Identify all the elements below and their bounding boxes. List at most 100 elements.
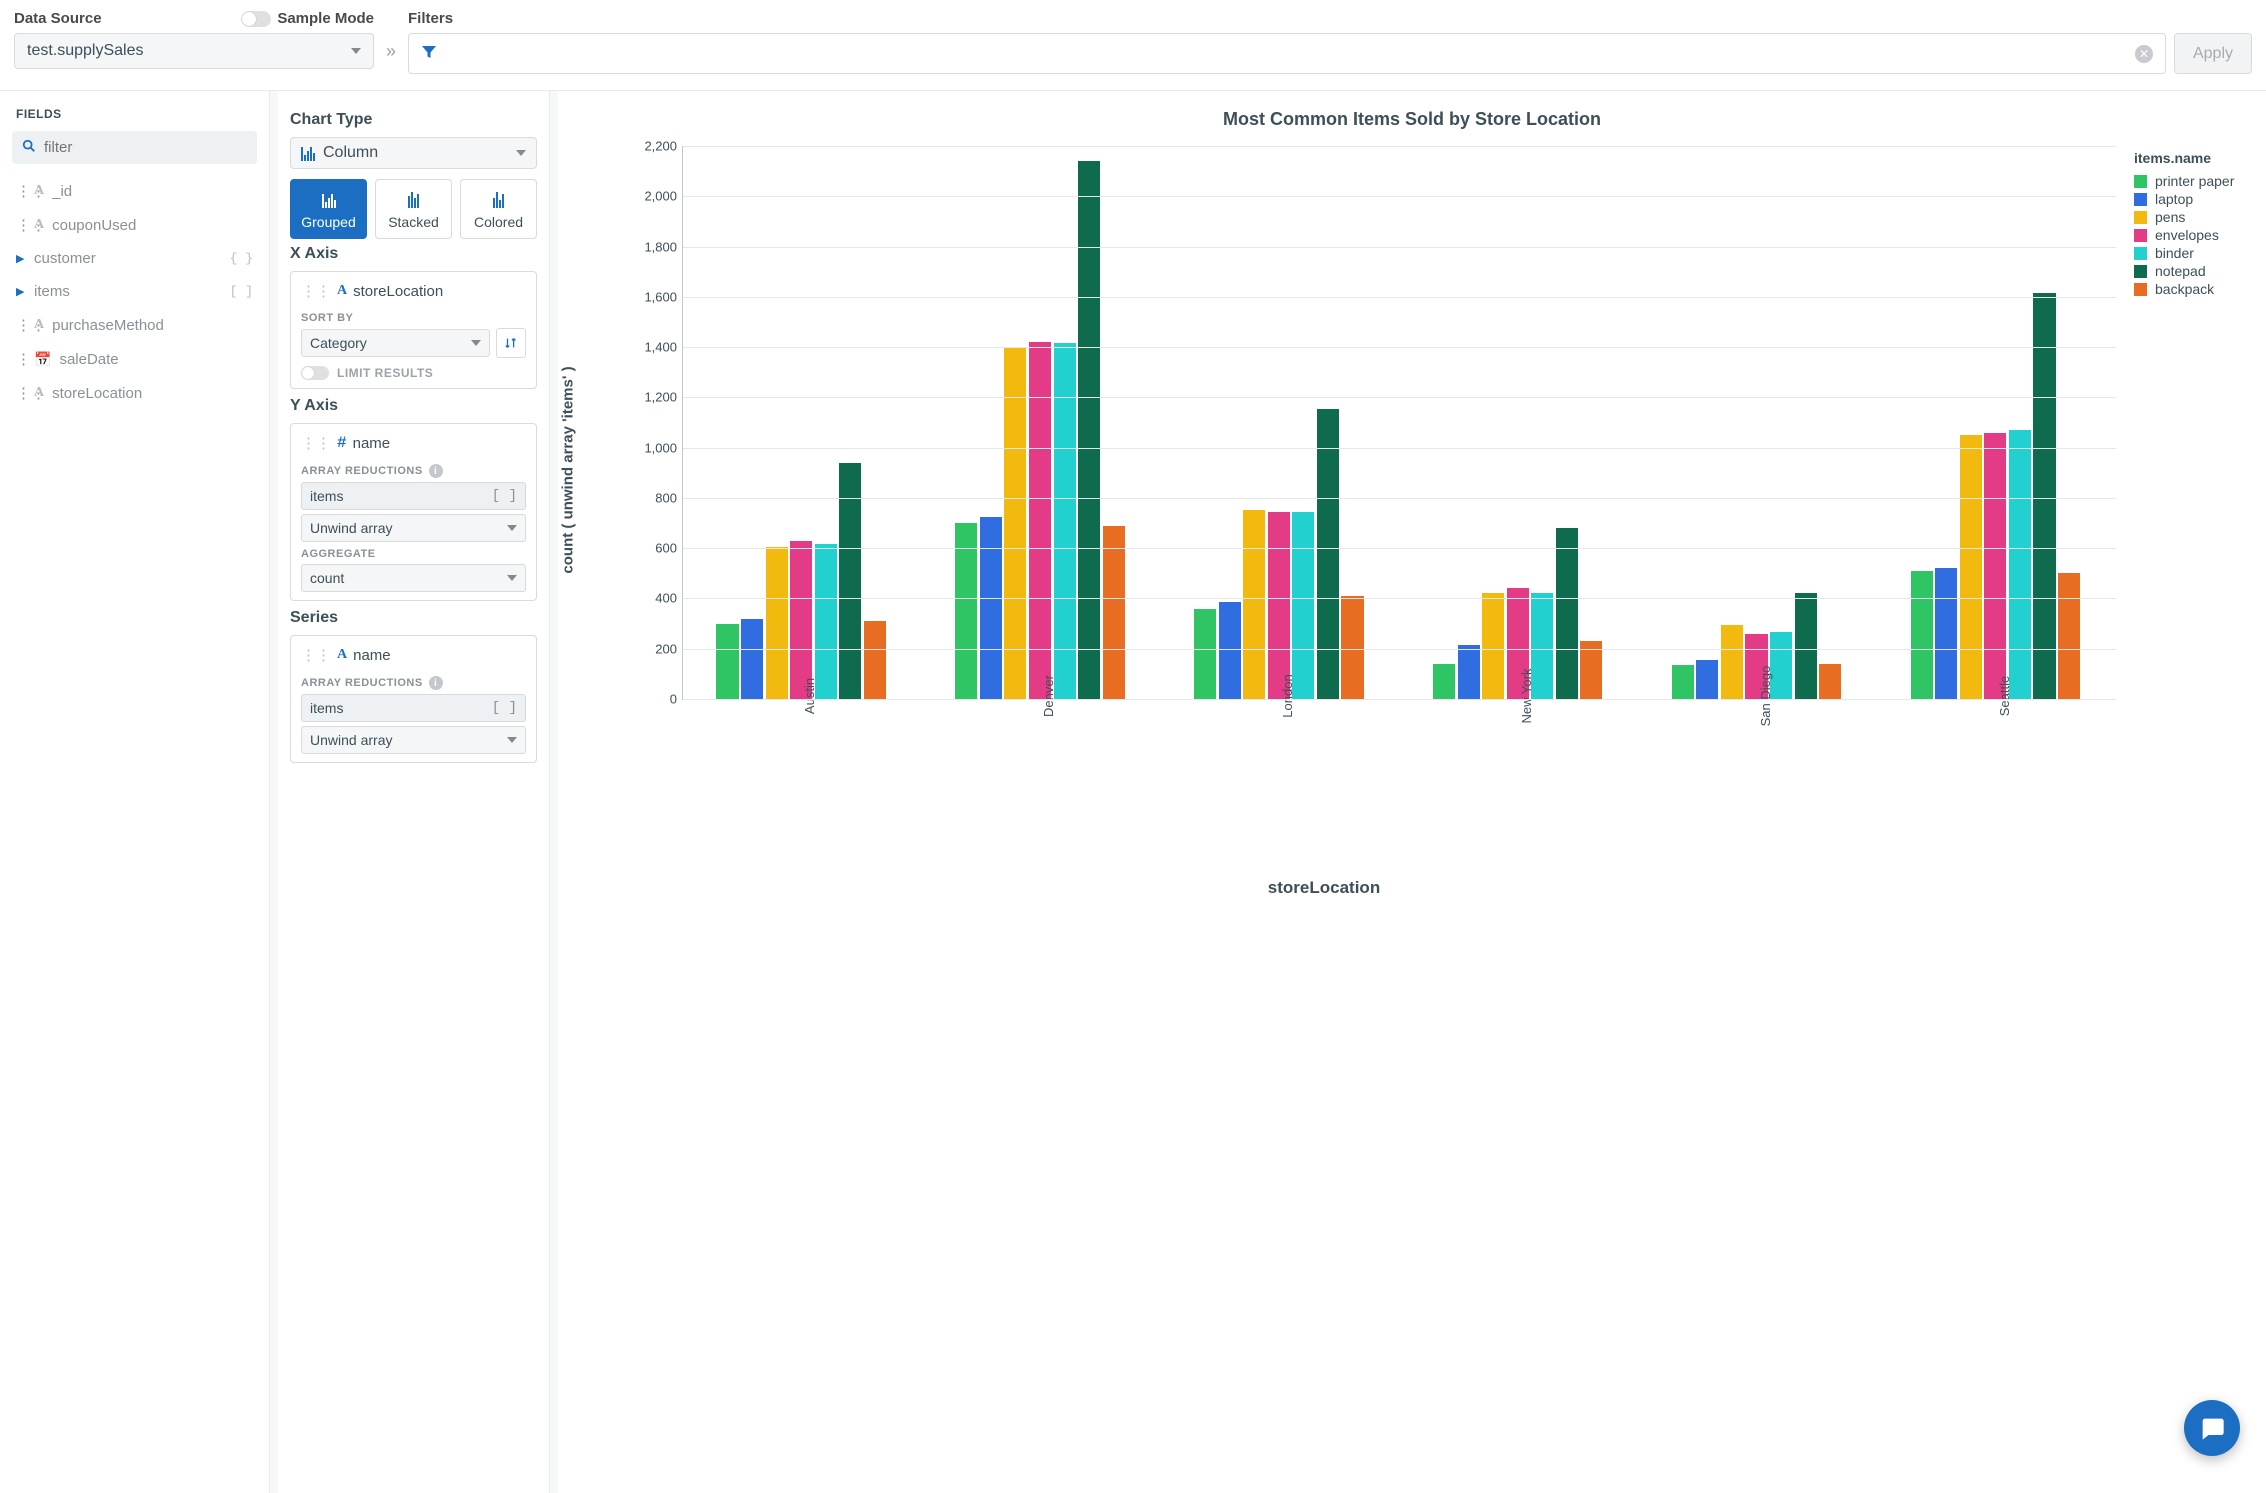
field-item[interactable]: ▶customer{ } — [12, 242, 257, 275]
array-icon: [ ] — [492, 700, 517, 716]
sort-by-select[interactable]: Category — [301, 329, 490, 357]
chart-bar — [1795, 593, 1817, 699]
chart-bar — [1219, 602, 1241, 699]
x-tick-label: Seattle — [1997, 676, 2012, 716]
x-tick-label: Austin — [802, 678, 817, 714]
field-item[interactable]: ⋮⋮A_id — [12, 174, 257, 208]
chevron-down-icon — [351, 48, 361, 54]
chart-bar — [1029, 342, 1051, 699]
subtype-grouped[interactable]: Grouped — [290, 179, 367, 239]
chart-bar — [1243, 510, 1265, 699]
chart-bar — [1433, 664, 1455, 699]
y-axis-title: Y Axis — [290, 397, 537, 415]
fields-filter-input[interactable] — [44, 139, 247, 156]
sort-direction-button[interactable] — [496, 328, 526, 358]
x-tick-label: New York — [1519, 669, 1534, 724]
field-item[interactable]: ⋮⋮AcouponUsed — [12, 208, 257, 242]
sample-mode-toggle[interactable]: Sample Mode — [241, 10, 374, 27]
fields-header: FIELDS — [12, 103, 257, 131]
chart-bar — [1672, 665, 1694, 699]
chart-bar — [1580, 641, 1602, 699]
sort-by-label: SORT BY — [301, 312, 526, 324]
chart-bar — [1482, 593, 1504, 699]
x-axis-field[interactable]: ⋮⋮ A storeLocation — [301, 280, 526, 306]
field-item[interactable]: ⋮⋮AstoreLocation — [12, 376, 257, 410]
series-array-field[interactable]: items [ ] — [301, 694, 526, 722]
chart-bar — [1317, 409, 1339, 699]
chart-bar — [1004, 347, 1026, 699]
chart-bar — [1458, 645, 1480, 699]
apply-button[interactable]: Apply — [2174, 33, 2252, 74]
arr-op-value: Unwind array — [310, 520, 392, 536]
chevron-down-icon — [507, 525, 517, 531]
search-icon — [22, 139, 36, 156]
legend-item: envelopes — [2134, 226, 2262, 244]
x-tick-label: Denver — [1041, 675, 1056, 717]
chart-bar — [766, 547, 788, 699]
chart-bar — [741, 619, 763, 699]
subtype-label: Stacked — [380, 214, 447, 230]
subtype-stacked[interactable]: Stacked — [375, 179, 452, 239]
filter-input[interactable]: ✕ — [408, 33, 2166, 74]
legend-title: items.name — [2134, 150, 2262, 166]
chart-bar — [1819, 664, 1841, 699]
x-tick-label: London — [1280, 674, 1295, 717]
y-axis-box: ⋮⋮ # name ARRAY REDUCTIONS i items [ ] U… — [290, 423, 537, 601]
chart-bar — [1103, 526, 1125, 699]
field-item[interactable]: ⋮⋮ApurchaseMethod — [12, 308, 257, 342]
data-source-select[interactable]: test.supplySales — [14, 33, 374, 69]
field-item[interactable]: ▶items[ ] — [12, 275, 257, 308]
arrow-icon: » — [386, 41, 396, 62]
limit-toggle[interactable] — [301, 366, 329, 380]
series-array-op-select[interactable]: Unwind array — [301, 726, 526, 754]
series-title: Series — [290, 609, 537, 627]
arr-op-value: Unwind array — [310, 732, 392, 748]
chart-bar — [2009, 430, 2031, 699]
chevron-down-icon — [507, 575, 517, 581]
array-reductions-label: ARRAY REDUCTIONS — [301, 465, 423, 477]
data-source-value: test.supplySales — [27, 42, 144, 60]
chart-bar — [1984, 433, 2006, 699]
legend-item: pens — [2134, 208, 2262, 226]
chart-bar — [815, 544, 837, 699]
arr-field-value: items — [310, 488, 343, 504]
info-icon[interactable]: i — [429, 464, 443, 478]
series-field[interactable]: ⋮⋮ A name — [301, 644, 526, 670]
chart-bar — [716, 624, 738, 699]
chart-bar — [1292, 512, 1314, 699]
hash-icon: # — [337, 434, 347, 452]
subtype-label: Grouped — [295, 214, 362, 230]
chart-bar — [1696, 660, 1718, 699]
filters-label: Filters — [408, 10, 453, 27]
legend-item: notepad — [2134, 262, 2262, 280]
y-axis-field[interactable]: ⋮⋮ # name — [301, 432, 526, 458]
chart-bar — [955, 523, 977, 699]
series-field-value: name — [353, 647, 391, 664]
chart-bar — [2058, 573, 2080, 699]
chart-plot: AustinDenverLondonNew YorkSan DiegoSeatt… — [682, 146, 2116, 700]
fields-filter[interactable] — [12, 131, 257, 164]
sort-value: Category — [310, 335, 367, 351]
chevron-down-icon — [471, 340, 481, 346]
chart-bar — [790, 541, 812, 699]
info-icon[interactable]: i — [429, 676, 443, 690]
clear-icon[interactable]: ✕ — [2135, 45, 2153, 63]
chat-button[interactable] — [2184, 1400, 2240, 1456]
subtype-colored[interactable]: Colored — [460, 179, 537, 239]
y-array-op-select[interactable]: Unwind array — [301, 514, 526, 542]
agg-value: count — [310, 570, 344, 586]
arr-field-value: items — [310, 700, 343, 716]
y-array-field[interactable]: items [ ] — [301, 482, 526, 510]
field-item[interactable]: ⋮⋮📅saleDate — [12, 342, 257, 376]
chart-bar — [1341, 596, 1363, 699]
chart-title: Most Common Items Sold by Store Location — [568, 109, 2256, 130]
chart-bar — [1556, 528, 1578, 699]
chart-bar — [1078, 161, 1100, 699]
aggregate-select[interactable]: count — [301, 564, 526, 592]
column-icon — [301, 145, 315, 161]
sample-mode-label: Sample Mode — [277, 10, 374, 27]
chart-bar — [1268, 512, 1290, 699]
chart-type-select[interactable]: Column — [290, 137, 537, 169]
chart-bar — [2033, 293, 2055, 699]
chart-bar — [1770, 632, 1792, 699]
